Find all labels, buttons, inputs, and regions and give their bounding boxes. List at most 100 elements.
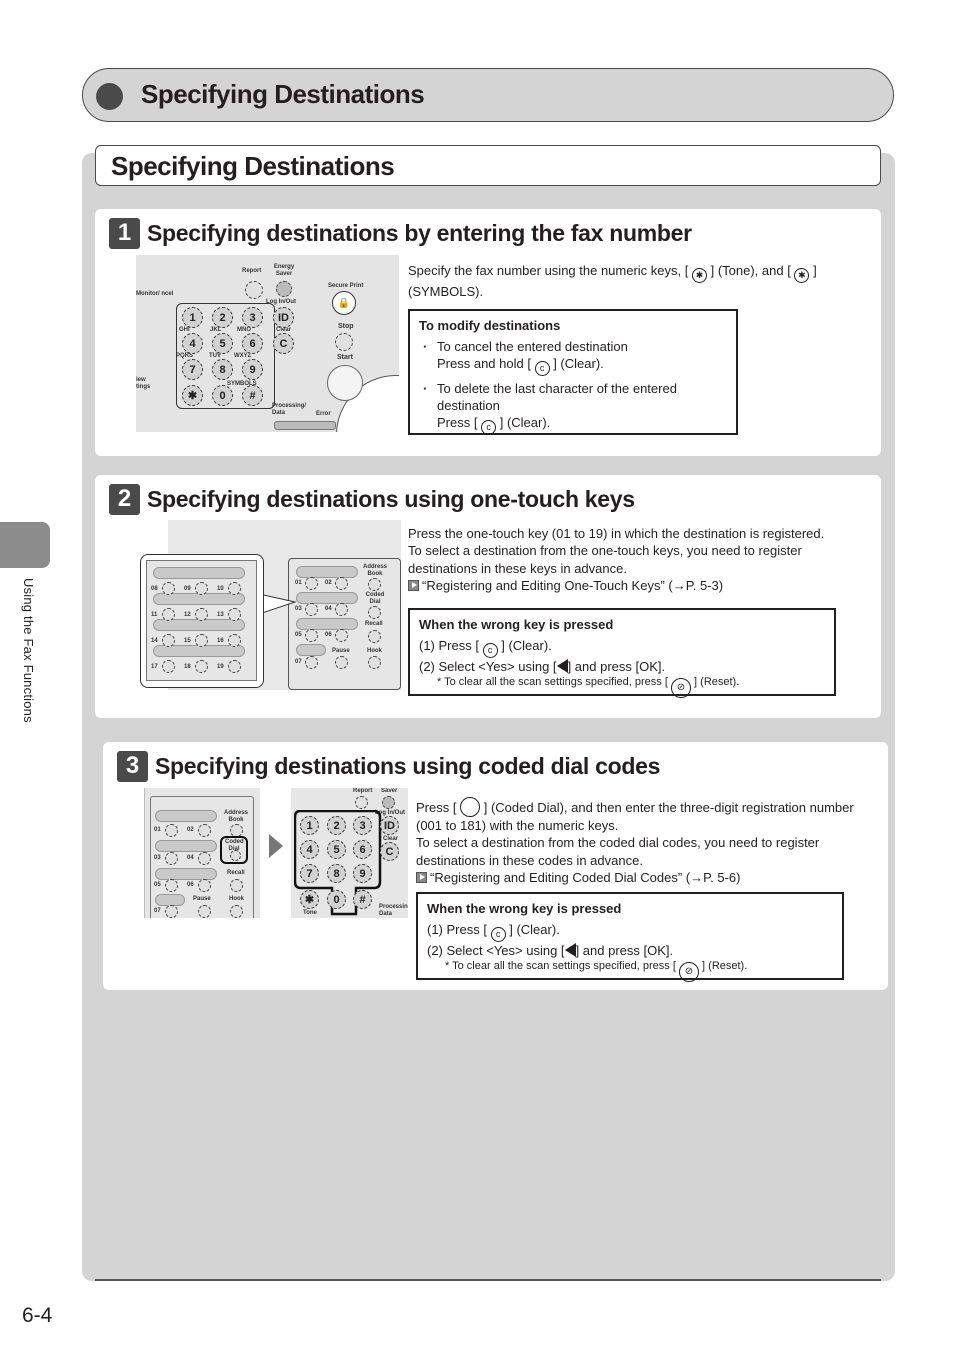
one-touch-key [335,577,348,590]
step-3-heading: 3 Specifying destinations using coded di… [117,750,660,782]
step-3-description: Press [ ] (Coded Dial), and then enter t… [416,797,881,886]
one-touch-key [198,824,211,837]
label-tone: Tone [303,910,317,916]
label-07: 07 [154,908,161,914]
label-05: 05 [295,632,302,638]
key-7: 7 [300,864,319,883]
one-touch-key [195,582,208,595]
label-19: 19 [217,664,224,670]
note-step-2: (2) Select <Yes> using [] and press [OK]… [427,942,833,959]
one-touch-key [228,582,241,595]
step-1-description: Specify the fax number using the numeric… [408,262,848,300]
note-step-1: (1) Press [ c ] (Clear). [427,921,833,942]
key-1: 1 [182,307,203,328]
text: (2) Select <Yes> using [ [419,659,557,674]
text: To select a destination from the coded d… [416,835,820,851]
label-error: Error [316,411,331,417]
key-8: 8 [327,864,346,883]
label-recall: Recall [227,870,245,876]
label-view-settings: iew tings [136,377,151,390]
tone-key-icon: ✱ [691,268,707,283]
label-01: 01 [154,827,161,833]
one-touch-key [165,879,178,892]
left-arrow-key-icon [564,943,576,957]
key-symbols: # [242,385,263,406]
one-touch-key [305,577,318,590]
section-title-box: Specifying Destinations [95,145,881,186]
chapter-side-tab[interactable] [0,522,50,568]
note-step-1: (1) Press [ c ] (Clear). [419,637,825,658]
key-4: 4 [300,840,319,859]
hook-key [368,656,381,669]
reference-arrow-icon [408,579,419,591]
text: (SYMBOLS). [408,284,484,299]
key-4: 4 [182,333,203,354]
text: ] (Clear). [499,415,551,430]
note-footnote: * To clear all the scan settings specifi… [419,675,825,698]
step-1-card: 1 Specifying destinations by entering th… [95,209,881,456]
key-8: 8 [212,359,233,380]
label-report: Report [242,268,262,274]
label-02: 02 [325,580,332,586]
chapter-header: Specifying Destinations [82,68,894,122]
note-item: To delete the last character of the ente… [419,380,727,435]
one-touch-key [228,608,241,621]
text: ] (Clear). [509,922,560,937]
secure-print-lock-icon: 🔒 [332,291,356,315]
one-touch-keys-illustration: 01 02 03 04 05 06 07 Address Book Coded … [139,520,401,690]
symbols-key-icon: ✱ [794,268,810,283]
label-03: 03 [154,855,161,861]
key-tone: ✱ [182,385,203,406]
recall-key [230,879,243,892]
energy-saver-key [276,281,292,297]
coded-dial-reference-link[interactable]: “Registering and Editing Coded Dial Code… [416,870,740,885]
step-number-badge: 1 [109,217,140,249]
clear-key-icon: c [481,420,497,435]
coded-dial-panel-illustration: 01 02 03 04 05 06 07 Address Book Coded … [144,788,260,918]
stop-key [335,333,353,351]
key-6: 6 [242,333,263,354]
pause-key [335,656,348,669]
text: “Registering and Editing Coded Dial Code… [430,869,741,885]
label-recall: Recall [365,621,383,627]
reference-arrow-icon [416,871,427,883]
key-clear: C [273,333,294,354]
label-saver: Saver [381,788,398,794]
key-3: 3 [353,816,372,835]
label-17: 17 [151,664,158,670]
energy-saver-key [382,796,395,809]
text: ] (Reset). [702,960,748,972]
one-touch-key [228,634,241,647]
text: ] [813,263,817,278]
report-key [245,281,263,299]
one-touch-key [165,824,178,837]
status-lamp [274,421,336,430]
one-touch-key [198,852,211,865]
note-title: When the wrong key is pressed [427,901,622,916]
left-arrow-key-icon [556,659,568,673]
key-tone: ✱ [300,890,319,909]
text: destinations in these codes in advance. [416,852,643,868]
label-processing-data: Processing/ Data [272,403,307,416]
label-stop: Stop [338,323,354,330]
label-14: 14 [151,638,158,644]
key-5: 5 [212,333,233,354]
one-touch-key [162,660,175,673]
label-18: 18 [184,664,191,670]
label-08: 08 [151,586,158,592]
one-touch-reference-link[interactable]: “Registering and Editing One-Touch Keys”… [408,578,723,593]
label-04: 04 [187,855,194,861]
label-05: 05 [154,882,161,888]
note-footnote: * To clear all the scan settings specifi… [427,959,833,982]
label-07: 07 [295,659,302,665]
wrong-key-note: When the wrong key is pressed (1) Press … [416,892,844,982]
label-16: 16 [217,638,224,644]
key-6: 6 [353,840,372,859]
one-touch-key [305,629,318,642]
text: ] (Coded Dial), and then enter the three… [483,800,854,815]
label-energy-saver: Energy Saver [273,264,295,277]
one-touch-key [162,608,175,621]
start-key [327,365,363,401]
key-symbols: # [353,890,372,909]
step-title: Specifying destinations using one-touch … [147,485,635,512]
